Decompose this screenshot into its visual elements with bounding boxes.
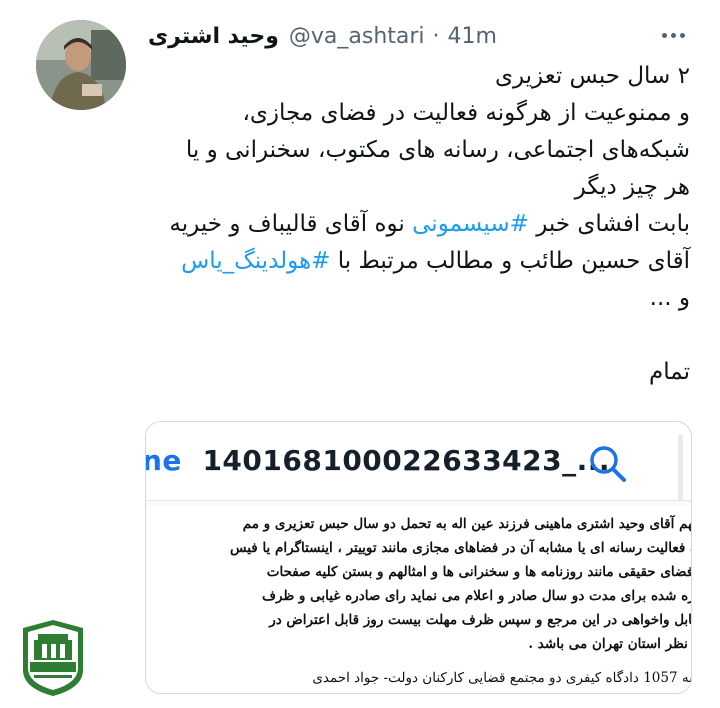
document-line: تجدید نظر استان تهران می باشد . [528, 636, 691, 652]
tweet-line: بابت افشای خبر #سیسمونی نوه آقای قالیباف… [150, 206, 690, 243]
document-line: یا در فضای حقیقی مانند روزنامه ها و سخنر… [266, 564, 691, 580]
document-line: ، اشاره شده برای مدت دو سال صادر و اعلام… [262, 588, 691, 604]
attached-image[interactable]: ne 14016810002263342​3_... ت متهم آقای و… [145, 421, 692, 694]
search-bar: ne 14016810002263342​3_... [146, 422, 691, 508]
timestamp[interactable]: 41m [448, 24, 497, 49]
document-signature-line: شعبه 1057 دادگاه کیفری دو مجتمع قضایی کا… [312, 670, 691, 686]
avatar[interactable] [36, 20, 126, 110]
hashtag-link[interactable]: #هولدینگ_یاس [181, 248, 330, 274]
tweet-line: شبکه‌های اجتماعی، رسانه های مکتوب، سخنرا… [185, 137, 690, 163]
scrollbar [678, 434, 683, 504]
search-icon [590, 446, 626, 482]
court-document: ت متهم آقای وحید اشتری ماهینی فرزند عین … [146, 510, 691, 693]
tweet-line: هر چیز دیگر [574, 174, 690, 200]
author-handle[interactable]: @va_ashtari [289, 24, 425, 49]
document-line: ت متهم آقای وحید اشتری ماهینی فرزند عین … [242, 516, 691, 532]
tweet-line: و ... [649, 285, 690, 311]
kashefkhabar-logo-icon [23, 620, 83, 696]
author-name[interactable]: وحید اشتری [148, 24, 279, 49]
tweet-line: تمام [649, 359, 690, 385]
tweet-line: ۲ سال حبس تعزیری [494, 63, 690, 89]
more-options-icon[interactable] [658, 20, 688, 50]
search-query-text: 14016810002263342​3_... [202, 444, 611, 477]
tweet-line: آقای حسین طائب و مطالب مرتبط با #هولدینگ… [150, 243, 690, 280]
document-line: روز قابل واخواهی در این مرجع و سپس ظرف م… [269, 612, 691, 628]
text-segment: نوه آقای قالیباف و خیریه [169, 211, 413, 237]
document-line: رسانه فعالیت رسانه ای یا مشابه آن در فضا… [230, 540, 691, 556]
hashtag-link[interactable]: #سیسمونی [412, 211, 529, 237]
tweet-header: وحید اشتری @va_ashtari · 41m [148, 18, 688, 54]
text-segment: بابت افشای خبر [528, 211, 690, 237]
tweet-text: ۲ سال حبس تعزیری و ممنوعیت از هرگونه فعا… [150, 58, 690, 391]
tweet-line: و ممنوعیت از هرگونه فعالیت در فضای مجازی… [242, 100, 691, 126]
search-query: ne 14016810002263342​3_... [145, 444, 611, 477]
search-query-prefix: ne [145, 444, 182, 477]
text-segment: آقای حسین طائب و مطالب مرتبط با [330, 248, 690, 274]
divider [146, 500, 691, 506]
separator: · [432, 23, 440, 49]
